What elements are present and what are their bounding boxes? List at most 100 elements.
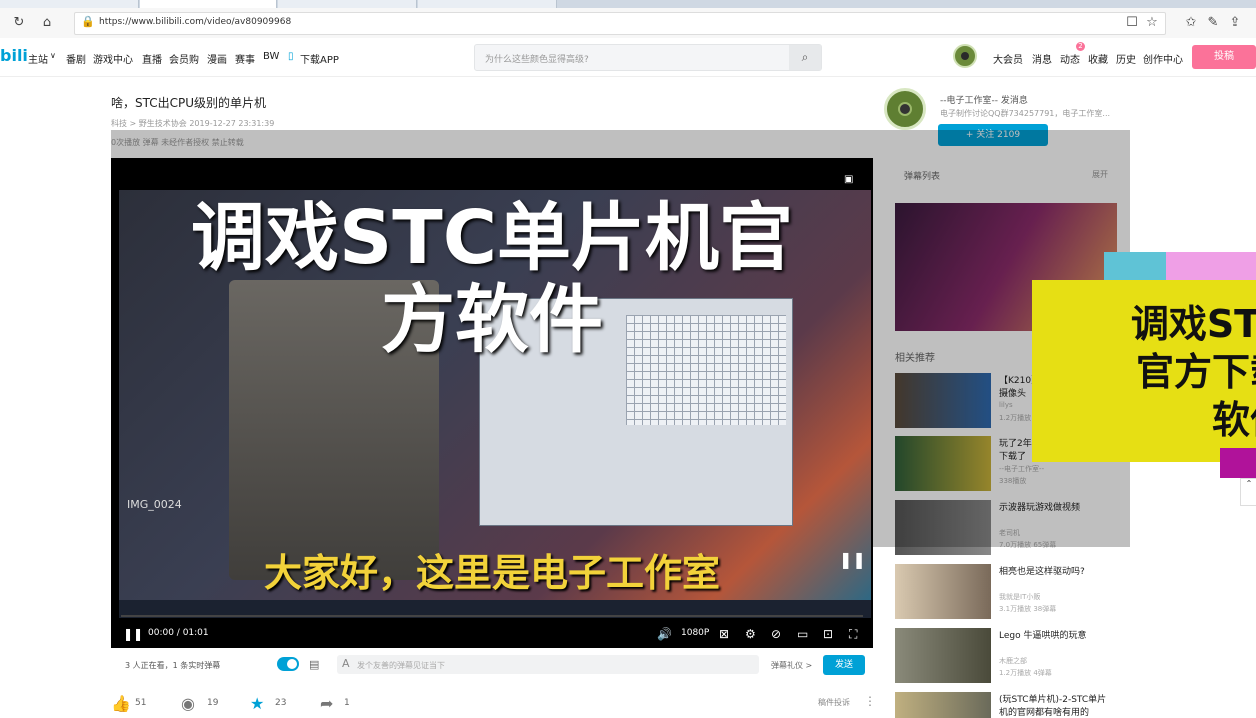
danmaku-input[interactable]: A 发个友善的弹幕见证当下 <box>337 655 759 674</box>
browser-toolbar: ↻ ⌂ 🔒 https://www.bilibili.com/video/av8… <box>0 8 1256 39</box>
nav-history[interactable]: 历史 <box>1116 51 1136 66</box>
coin-count: 19 <box>207 698 219 708</box>
user-avatar[interactable] <box>953 44 977 68</box>
player-controls: ❚❚ 00:00 / 01:01 🔊 1080P ⊠ ⚙ ⊘ ▭ ⊡ ⛶ <box>111 620 873 648</box>
settings-icon[interactable]: ⚙ <box>745 626 756 642</box>
phone-icon: ▯ <box>288 51 294 62</box>
chevron-down-icon[interactable]: ∨ <box>50 51 56 60</box>
browser-tab[interactable] <box>0 0 139 8</box>
danmaku-etiquette-link[interactable]: 弹幕礼仪 > <box>771 660 812 671</box>
report-link[interactable]: 稿件投诉 <box>818 697 850 708</box>
uploader-avatar[interactable] <box>884 88 926 130</box>
danmaku-style-icon[interactable]: ▤ <box>309 658 319 671</box>
promo-line-1: 调戏STC <box>1130 302 1256 346</box>
playback-time: 00:00 / 01:01 <box>148 628 209 638</box>
uploader-name[interactable]: --电子工作室-- 发消息 <box>940 93 1028 106</box>
notification-badge: 2 <box>1076 42 1085 51</box>
recommend-author[interactable]: 我就是IT小贩 <box>999 592 1040 602</box>
uploader-description: 电子制作讨论QQ群734257791，电子工作室... <box>940 109 1111 118</box>
side-tab-icon[interactable]: ⌃ <box>1240 478 1256 506</box>
nav-favorites[interactable]: 收藏 <box>1088 51 1108 66</box>
web-fullscreen-icon[interactable]: ⊡ <box>823 626 833 642</box>
browser-tab-active[interactable] <box>140 0 277 8</box>
promo-card: 调戏STC 官方下载 软件 <box>1032 280 1256 462</box>
recommend-item[interactable]: (玩STC单片机)-2-STC单片 机的官网都有啥有用的 <box>895 692 1225 718</box>
reload-icon[interactable]: ↻ <box>10 14 28 32</box>
quality-selector[interactable]: 1080P <box>681 628 709 638</box>
recommend-stats: 3.1万播放 38弹幕 <box>999 605 1057 613</box>
recommend-thumbnail[interactable] <box>895 692 991 718</box>
pen-icon[interactable]: ✎ <box>1204 14 1222 32</box>
share-arrow-icon[interactable]: ➦ <box>320 694 333 713</box>
search-input[interactable]: 为什么这些颜色显得高级? <box>485 52 589 65</box>
promo-stripe-magenta <box>1220 448 1256 478</box>
promo-line-3: 软件 <box>1211 398 1256 442</box>
coin-icon[interactable]: ◉ <box>181 694 195 713</box>
nav-dynamic[interactable]: 动态 <box>1060 51 1080 66</box>
pause-icon[interactable]: ❚❚ <box>123 626 143 642</box>
like-icon[interactable]: 👍 <box>111 694 131 713</box>
recommend-item[interactable]: Lego 牛逼哄哄的玩意 木鹿之部 1.2万播放 4弹幕 <box>895 628 1225 686</box>
danmaku-off-icon[interactable]: ⊠ <box>719 626 729 642</box>
nav-item-home[interactable]: 主站 <box>28 51 48 66</box>
viewer-count: 3 人正在看，1 条实时弹幕 <box>125 661 221 670</box>
home-icon[interactable]: ⌂ <box>38 14 56 32</box>
star-icon[interactable]: ☆ <box>1143 14 1161 32</box>
nav-item-manga[interactable]: 漫画 <box>207 51 227 66</box>
recommend-title-line2[interactable]: 机的官网都有啥有用的 <box>999 705 1115 718</box>
progress-bar[interactable] <box>121 615 863 617</box>
recommend-thumbnail[interactable] <box>895 564 991 619</box>
recommend-title[interactable]: Lego 牛逼哄哄的玩意 <box>999 628 1115 641</box>
danmaku-settings-icon[interactable]: ⊘ <box>771 626 781 642</box>
upload-button[interactable]: 投稿 <box>1192 45 1256 69</box>
danmaku-toggle[interactable] <box>277 657 299 671</box>
overlay-title-line1: 调戏STC单片机官 <box>190 195 794 281</box>
video-player[interactable]: 调戏STC单片机官 方软件 IMG_0024 大家好，这里是电子工作室 ▣ ❚❚… <box>111 158 873 648</box>
nav-item-game-center[interactable]: 游戏中心 <box>93 51 133 66</box>
recommend-item[interactable]: 相亮也是这样驱动吗? 我就是IT小贩 3.1万播放 38弹幕 <box>895 564 1225 622</box>
widescreen-icon[interactable]: ▭ <box>797 626 808 642</box>
nav-messages[interactable]: 消息 <box>1032 51 1052 66</box>
search-icon[interactable]: ⌕ <box>789 45 821 70</box>
screenshot-icon[interactable]: ▣ <box>844 172 853 188</box>
nav-item-mall[interactable]: 会员购 <box>169 51 199 66</box>
recommend-thumbnail[interactable] <box>895 628 991 683</box>
favorites-icon[interactable]: ✩ <box>1182 14 1200 32</box>
danmaku-input-placeholder: 发个友善的弹幕见证当下 <box>357 661 445 670</box>
nav-item-bangumi[interactable]: 番剧 <box>66 51 86 66</box>
recommend-author[interactable]: 木鹿之部 <box>999 656 1027 666</box>
recommend-stats: 1.2万播放 4弹幕 <box>999 669 1052 677</box>
video-meta: 科技 > 野生技术协会 2019-12-27 23:31:39 <box>111 119 275 128</box>
promo-line-2: 官方下载 <box>1135 350 1256 394</box>
volume-icon[interactable]: 🔊 <box>657 626 672 642</box>
browser-tab[interactable] <box>278 0 417 8</box>
nav-item-bw[interactable]: BW <box>263 51 279 62</box>
bilibili-logo[interactable]: bili <box>0 46 28 65</box>
send-danmaku-button[interactable]: 发送 <box>823 655 865 675</box>
pause-overlay-icon[interactable]: ❚❚ <box>839 552 866 568</box>
search-box[interactable]: 为什么这些颜色显得高级? ⌕ <box>474 44 822 71</box>
more-options-icon[interactable]: ⋮ <box>864 694 876 708</box>
text-style-icon[interactable]: A <box>342 657 350 670</box>
browser-tab[interactable] <box>418 0 557 8</box>
address-bar[interactable]: 🔒 https://www.bilibili.com/video/av80909… <box>74 12 1166 35</box>
nav-creator-center[interactable]: 创作中心 <box>1143 51 1183 66</box>
reader-icon[interactable]: ☐ <box>1123 14 1141 32</box>
favorite-count: 23 <box>275 698 287 708</box>
share-icon[interactable]: ⇪ <box>1226 14 1244 32</box>
nav-item-download-app[interactable]: 下载APP <box>300 51 339 66</box>
nav-item-live[interactable]: 直播 <box>142 51 162 66</box>
overlay-title-line2: 方软件 <box>381 277 603 363</box>
video-subtitle: 大家好，这里是电子工作室 <box>263 551 720 595</box>
browser-tab-strip[interactable] <box>0 0 1256 8</box>
favorite-icon[interactable]: ★ <box>250 694 264 713</box>
video-title: 啥，STC出CPU级别的单片机 <box>111 96 267 110</box>
file-label: IMG_0024 <box>127 498 182 511</box>
promo-stripe-pink <box>1166 252 1256 280</box>
recommend-title[interactable]: (玩STC单片机)-2-STC单片 <box>999 692 1115 705</box>
nav-vip[interactable]: 大会员 <box>993 51 1023 66</box>
danmaku-send-bar: 3 人正在看，1 条实时弹幕 ▤ A 发个友善的弹幕见证当下 弹幕礼仪 > 发送 <box>111 652 873 678</box>
nav-item-esports[interactable]: 赛事 <box>235 51 255 66</box>
recommend-title[interactable]: 相亮也是这样驱动吗? <box>999 564 1115 577</box>
fullscreen-icon[interactable]: ⛶ <box>849 626 857 642</box>
